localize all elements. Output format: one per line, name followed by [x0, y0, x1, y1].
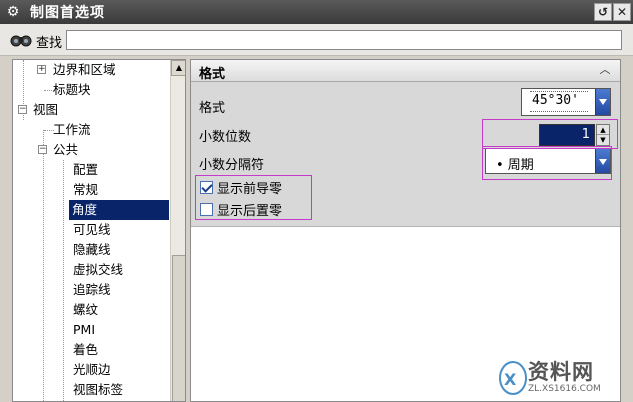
tree-item-view-labels[interactable]: 视图标签 — [73, 380, 123, 400]
tree-item-threads[interactable]: 螺纹 — [73, 300, 98, 320]
separator-label: 小数分隔符 — [199, 158, 265, 173]
format-combo[interactable]: 45°30' — [521, 88, 611, 116]
search-input[interactable] — [66, 30, 622, 50]
watermark-text: 资料网 — [528, 360, 594, 384]
title-bar: ⚙ 制图首选项 ↺ ✕ — [0, 0, 633, 24]
tree-item-common[interactable]: 公共 — [53, 140, 78, 160]
window-title: 制图首选项 — [30, 5, 105, 21]
scroll-thumb[interactable] — [172, 255, 185, 401]
chevron-up-icon[interactable]: ︿ — [597, 62, 613, 78]
tree-item-hidden-lines[interactable]: 隐藏线 — [73, 240, 111, 260]
watermark-url: ZL.XS1616.COM — [528, 384, 601, 394]
highlight-box — [482, 146, 612, 180]
expand-icon[interactable]: + — [37, 65, 46, 74]
watermark: X 资料网 ZL.XS1616.COM — [498, 356, 633, 402]
tree-connector — [63, 160, 64, 401]
binoculars-icon — [10, 35, 32, 47]
settings-pane: 格式 ︿ 格式 45°30' 小数位数 1 ▲ ▼ 小数分隔符 • 周期 显示前… — [190, 59, 621, 402]
tree-item-title-block[interactable]: 标题块 — [53, 80, 91, 100]
close-button[interactable]: ✕ — [613, 3, 631, 21]
highlight-box — [482, 119, 618, 149]
format-label: 格式 — [199, 101, 226, 116]
tree-item-trace-lines[interactable]: 追踪线 — [73, 280, 111, 300]
tree-item-shading[interactable]: 着色 — [73, 340, 98, 360]
tree-item-general[interactable]: 常规 — [73, 180, 98, 200]
tree-item-view[interactable]: 视图 — [33, 100, 58, 120]
collapse-icon[interactable]: − — [18, 105, 27, 114]
decimals-label: 小数位数 — [199, 130, 252, 145]
chevron-down-icon[interactable] — [595, 89, 610, 115]
tree-connector — [43, 130, 44, 401]
tree-item-pmi[interactable]: PMI — [73, 320, 95, 340]
tree-item-angle[interactable]: 角度 — [69, 200, 169, 220]
tree-item-config[interactable]: 配置 — [73, 160, 98, 180]
format-dots-top — [530, 91, 588, 92]
preferences-tree: + 边界和区域 标题块 − 视图 工作流 − 公共 配置 常规 角度 可见线 隐… — [12, 59, 186, 402]
search-row: 查找 — [0, 24, 633, 56]
search-label: 查找 — [36, 36, 63, 51]
tree-item-boundary[interactable]: 边界和区域 — [53, 60, 116, 80]
format-dots-bottom — [530, 111, 588, 112]
tree-scrollbar[interactable]: ▲ — [170, 60, 185, 401]
tree-item-visible-lines[interactable]: 可见线 — [73, 220, 111, 240]
section-title: 格式 — [199, 67, 226, 82]
watermark-logo-icon: X — [499, 361, 527, 395]
tree-item-workflow[interactable]: 工作流 — [53, 120, 91, 140]
section-header[interactable]: 格式 ︿ — [191, 60, 620, 82]
gear-icon[interactable]: ⚙ — [2, 1, 24, 23]
reset-button[interactable]: ↺ — [594, 3, 612, 21]
scroll-up-icon[interactable]: ▲ — [171, 60, 185, 76]
tree-item-smooth-edges[interactable]: 光顺边 — [73, 360, 111, 380]
svg-text:X: X — [504, 370, 517, 389]
collapse-icon[interactable]: − — [38, 145, 47, 154]
highlight-box — [195, 175, 312, 220]
format-value: 45°30' — [532, 93, 579, 108]
tree-item-virtual-intersection[interactable]: 虚拟交线 — [73, 260, 123, 280]
